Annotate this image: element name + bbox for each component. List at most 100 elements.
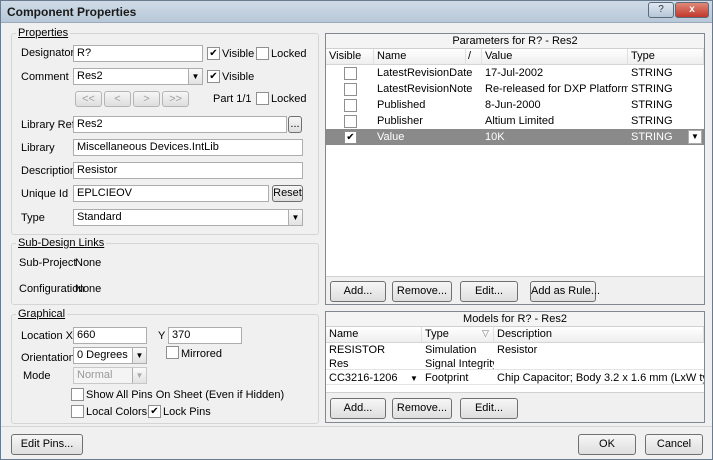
chevron-down-icon[interactable]: ▼ (132, 348, 146, 363)
prev-part-button[interactable]: < (104, 91, 131, 107)
comment-visible-checkbox[interactable]: ✔ (207, 70, 220, 83)
mode-combo[interactable]: Normal ▼ (73, 367, 147, 384)
comment-value: Res2 (77, 70, 103, 82)
reset-button[interactable]: Reset (272, 185, 303, 202)
param-name: LatestRevisionNote (377, 83, 473, 95)
filter-icon[interactable]: ▽ (482, 328, 489, 339)
type-combo[interactable]: Standard ▼ (73, 209, 303, 226)
designator-locked-checkbox[interactable] (256, 47, 269, 60)
location-x-input[interactable]: 660 (73, 327, 147, 344)
window-title: Component Properties (7, 5, 137, 19)
mirrored-checkbox[interactable] (166, 346, 179, 359)
chevron-down-icon[interactable]: ▼ (188, 69, 202, 84)
ok-button[interactable]: OK (578, 434, 636, 455)
next-part-button[interactable]: > (133, 91, 160, 107)
sort-icon[interactable]: / (466, 49, 482, 65)
mode-value: Normal (77, 369, 113, 381)
properties-legend: Properties (18, 27, 69, 39)
location-y-label: Y (158, 330, 166, 342)
models-panel: Models for R? - Res2 Name Type ▽ Descrip… (325, 311, 705, 423)
model-name: CC3216-1206 (329, 372, 398, 384)
designator-label: Designator (21, 47, 75, 59)
library-label: Library (21, 142, 55, 154)
unique-id-input[interactable]: EPLCIEOV (73, 185, 269, 202)
location-y-input[interactable]: 370 (168, 327, 242, 344)
param-visible-checkbox[interactable] (344, 67, 357, 80)
description-input[interactable]: Resistor (73, 162, 303, 179)
orientation-label: Orientation (21, 352, 75, 364)
sub-project-label: Sub-Project (19, 257, 77, 269)
remove-parameter-button[interactable]: Remove... (392, 281, 452, 302)
add-parameter-button[interactable]: Add... (330, 281, 386, 302)
first-part-button[interactable]: << (75, 91, 102, 107)
col-value[interactable]: Value (482, 49, 628, 65)
chevron-down-icon[interactable]: ▼ (688, 130, 702, 144)
mode-label: Mode (23, 370, 51, 382)
comment-visible-label: Visible (222, 71, 255, 83)
sub-design-legend: Sub-Design Links (18, 237, 105, 249)
remove-model-button[interactable]: Remove... (392, 398, 452, 419)
col-type[interactable]: Type (628, 49, 704, 65)
part-locked-checkbox[interactable] (256, 92, 269, 105)
parameters-button-bar: Add... Remove... Edit... Add as Rule... (326, 276, 704, 304)
edit-model-button[interactable]: Edit... (460, 398, 518, 419)
param-value[interactable]: 10K (482, 129, 628, 145)
description-label: Description (21, 165, 77, 177)
show-all-pins-label: Show All Pins On Sheet (Even if Hidden) (86, 389, 285, 401)
col-visible[interactable]: Visible (326, 49, 374, 65)
unique-id-label: Unique Id (21, 188, 69, 200)
param-type: STRING (631, 67, 673, 79)
col-model-name[interactable]: Name (326, 327, 422, 343)
type-label: Type (21, 212, 45, 224)
add-as-rule-button[interactable]: Add as Rule... (530, 281, 600, 302)
component-properties-dialog: Component Properties ? x Properties Desi… (0, 0, 713, 460)
title-bar: Component Properties ? x (1, 1, 712, 23)
param-type: STRING (631, 99, 673, 111)
param-name: LatestRevisionDate (377, 67, 473, 79)
model-type: Footprint (425, 372, 469, 384)
param-visible-checkbox[interactable] (344, 83, 357, 96)
comment-label: Comment (21, 71, 69, 83)
cancel-button[interactable]: Cancel (645, 434, 703, 455)
lock-pins-label: Lock Pins (163, 406, 211, 418)
orientation-combo[interactable]: 0 Degrees ▼ (73, 347, 147, 364)
designator-visible-label: Visible (222, 48, 255, 60)
library-ref-input[interactable]: Res2 (73, 116, 287, 133)
add-model-button[interactable]: Add... (330, 398, 386, 419)
param-value[interactable]: 8-Jun-2000 (482, 97, 628, 113)
configuration-value: None (75, 283, 102, 295)
param-visible-checkbox[interactable]: ✔ (344, 131, 357, 144)
local-colors-label: Local Colors (86, 406, 148, 418)
chevron-down-icon[interactable]: ▼ (288, 210, 302, 225)
browse-button[interactable]: ... (288, 116, 302, 133)
close-button[interactable]: x (675, 2, 709, 18)
param-visible-checkbox[interactable] (344, 99, 357, 112)
chevron-down-icon[interactable]: ▼ (132, 368, 146, 383)
param-value[interactable]: Altium Limited (482, 113, 628, 129)
col-name[interactable]: Name (374, 49, 466, 65)
designator-input[interactable]: R? (73, 45, 203, 62)
comment-combo[interactable]: Res2 ▼ (73, 68, 203, 85)
chevron-down-icon[interactable]: ▼ (410, 374, 418, 383)
param-value[interactable]: 17-Jul-2002 (482, 65, 628, 81)
models-button-bar: Add... Remove... Edit... (326, 392, 704, 422)
param-type: STRING (631, 115, 673, 127)
last-part-button[interactable]: >> (162, 91, 189, 107)
col-model-description[interactable]: Description (494, 327, 704, 343)
parameters-header: Parameters for R? - Res2 (326, 34, 704, 49)
local-colors-checkbox[interactable] (71, 405, 84, 418)
param-name: Publisher (377, 115, 423, 127)
library-ref-label: Library Ref (21, 119, 75, 131)
lock-pins-checkbox[interactable]: ✔ (148, 405, 161, 418)
help-button[interactable]: ? (648, 2, 674, 18)
edit-pins-button[interactable]: Edit Pins... (11, 434, 83, 455)
mirrored-label: Mirrored (181, 348, 222, 360)
param-type: STRING (631, 83, 673, 95)
param-value[interactable]: Re-released for DXP Platform. (482, 81, 628, 97)
edit-parameter-button[interactable]: Edit... (460, 281, 518, 302)
library-input[interactable]: Miscellaneous Devices.IntLib (73, 139, 303, 156)
designator-visible-checkbox[interactable]: ✔ (207, 47, 220, 60)
location-x-label: Location X (21, 330, 73, 342)
param-visible-checkbox[interactable] (344, 115, 357, 128)
show-all-pins-checkbox[interactable] (71, 388, 84, 401)
